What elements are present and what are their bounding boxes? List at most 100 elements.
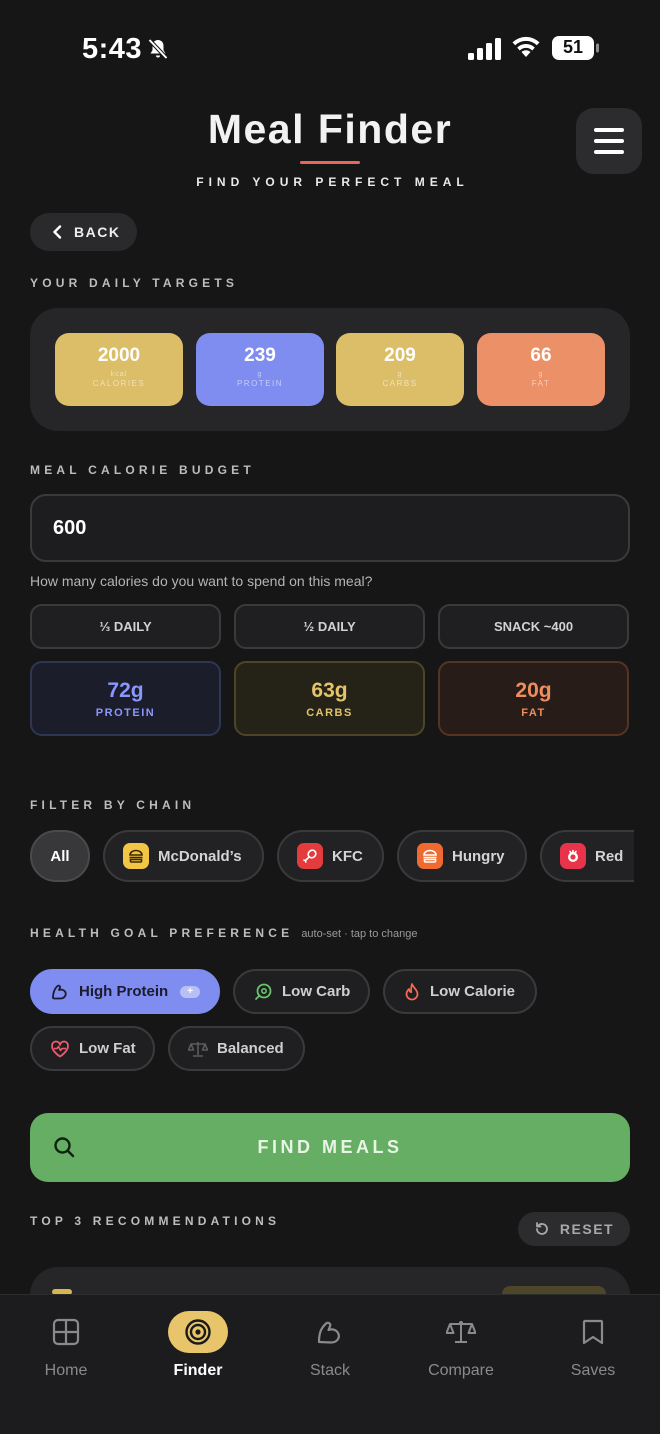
target-name: CARBS	[382, 379, 418, 388]
title-underline	[300, 161, 360, 164]
target-value: 2000	[97, 345, 141, 366]
target-calories: 2000 kcal CALORIES	[55, 333, 183, 406]
budget-helper-text: How many calories do you want to spend o…	[30, 573, 373, 589]
preset-snack-button[interactable]: SNACK ~400	[438, 604, 629, 649]
back-label: BACK	[74, 224, 121, 240]
tab-saves[interactable]: Saves	[538, 1311, 648, 1380]
target-name: PROTEIN	[236, 379, 284, 388]
tab-stack[interactable]: Stack	[275, 1311, 385, 1380]
macro-protein: 72g PROTEIN	[30, 661, 221, 736]
target-name: FAT	[531, 379, 551, 388]
goal-low-calorie-chip[interactable]: Low Calorie	[383, 969, 537, 1014]
chain-all-chip[interactable]: All	[30, 830, 90, 882]
battery-icon: 51	[551, 35, 599, 61]
target-unit: g	[538, 371, 544, 378]
preset-third-daily-button[interactable]: ⅓ DAILY	[30, 604, 221, 649]
target-icon	[168, 1311, 228, 1353]
macro-value: 20g	[515, 679, 552, 702]
preset-half-daily-button[interactable]: ½ DAILY	[234, 604, 425, 649]
bell-muted-icon	[148, 38, 168, 60]
macro-value: 63g	[311, 679, 348, 702]
page-title: Meal Finder	[207, 106, 453, 152]
chain-red-chip[interactable]: Red	[540, 830, 634, 882]
calorie-budget-input[interactable]	[30, 494, 630, 562]
menu-button[interactable]	[576, 108, 642, 174]
chain-mcdonalds-chip[interactable]: McDonald’s	[103, 830, 264, 882]
goal-high-protein-chip[interactable]: High Protein +	[30, 969, 220, 1014]
chain-label: KFC	[332, 847, 363, 865]
health-goal-label: HEALTH GOAL PREFERENCE auto-set · tap to …	[30, 926, 418, 940]
hamburger-icon-bar	[594, 128, 624, 132]
flexed-arm-icon	[275, 1311, 385, 1353]
tab-label: Finder	[173, 1362, 223, 1379]
recommendations-label: TOP 3 RECOMMENDATIONS	[30, 1214, 281, 1228]
heart-pulse-icon	[51, 1040, 69, 1057]
grid-icon	[11, 1311, 121, 1353]
drumstick-icon	[297, 843, 323, 869]
chain-hungry-chip[interactable]: Hungry	[397, 830, 527, 882]
goal-balanced-chip[interactable]: Balanced	[168, 1026, 305, 1071]
target-value: 209	[384, 345, 416, 366]
hamburger-icon-bar	[594, 150, 624, 154]
auto-badge: +	[180, 985, 201, 998]
scale-icon	[188, 1041, 208, 1057]
bottom-tab-bar: Home Finder Stack Compare Saves	[0, 1294, 660, 1434]
status-bar: 5:43 51	[0, 0, 660, 96]
find-meals-button[interactable]: FIND MEALS	[30, 1113, 630, 1182]
health-goal-note: auto-set · tap to change	[301, 928, 418, 940]
goal-label: Low Calorie	[430, 983, 516, 1000]
reset-button[interactable]: RESET	[518, 1212, 630, 1246]
macro-value: 72g	[107, 679, 144, 702]
macro-label: CARBS	[306, 707, 353, 719]
target-value: 66	[530, 345, 552, 366]
chain-label: Red	[595, 847, 624, 865]
macro-fat: 20g FAT	[438, 661, 629, 736]
flame-icon	[405, 982, 419, 1000]
flexed-arm-icon	[52, 984, 67, 999]
target-unit: kcal	[110, 371, 128, 378]
rooster-icon	[560, 843, 586, 869]
target-unit: g	[257, 371, 263, 378]
target-unit: g	[397, 371, 403, 378]
goal-low-fat-chip[interactable]: Low Fat	[30, 1026, 155, 1071]
macro-carbs: 63g CARBS	[234, 661, 425, 736]
tab-label: Home	[44, 1362, 88, 1379]
chain-kfc-chip[interactable]: KFC	[277, 830, 384, 882]
tab-home[interactable]: Home	[11, 1311, 121, 1380]
goal-label: Low Carb	[282, 983, 351, 1000]
chain-label: Hungry	[452, 847, 505, 865]
chevron-left-icon	[53, 225, 62, 239]
target-protein: 239 g PROTEIN	[196, 333, 324, 406]
reset-label: RESET	[559, 1221, 615, 1237]
tab-compare[interactable]: Compare	[406, 1311, 516, 1380]
goal-label: Balanced	[217, 1040, 284, 1057]
tab-label: Saves	[570, 1362, 616, 1379]
health-goal-title: HEALTH GOAL PREFERENCE	[30, 926, 294, 940]
goal-label: Low Fat	[79, 1040, 136, 1057]
target-carbs: 209 g CARBS	[336, 333, 464, 406]
chain-filter-label: FILTER BY CHAIN	[30, 798, 196, 812]
page-subtitle: FIND YOUR PERFECT MEAL	[196, 175, 469, 189]
burger-icon	[417, 843, 443, 869]
hamburger-icon-bar	[594, 139, 624, 143]
target-value: 239	[244, 345, 276, 366]
chain-label: McDonald’s	[158, 847, 242, 865]
daily-targets-card: 2000 kcal CALORIES 239 g PROTEIN 209 g C…	[30, 308, 630, 431]
burger-icon	[123, 843, 149, 869]
goal-low-carb-chip[interactable]: Low Carb	[233, 969, 370, 1014]
macro-label: FAT	[521, 707, 546, 719]
tab-finder[interactable]: Finder	[143, 1311, 253, 1380]
back-button[interactable]: BACK	[30, 213, 137, 251]
reset-icon	[536, 1222, 548, 1235]
tab-label: Compare	[428, 1362, 494, 1379]
status-time: 5:43	[82, 33, 143, 65]
find-meals-label: FIND MEALS	[257, 1137, 403, 1157]
bookmark-icon	[538, 1311, 648, 1353]
goal-label: High Protein	[79, 983, 169, 1000]
search-icon	[54, 1137, 75, 1158]
scale-icon	[406, 1311, 516, 1353]
target-fat: 66 g FAT	[477, 333, 605, 406]
cellular-signal-icon	[468, 38, 501, 60]
daily-targets-label: YOUR DAILY TARGETS	[30, 276, 239, 290]
macro-label: PROTEIN	[95, 707, 156, 719]
